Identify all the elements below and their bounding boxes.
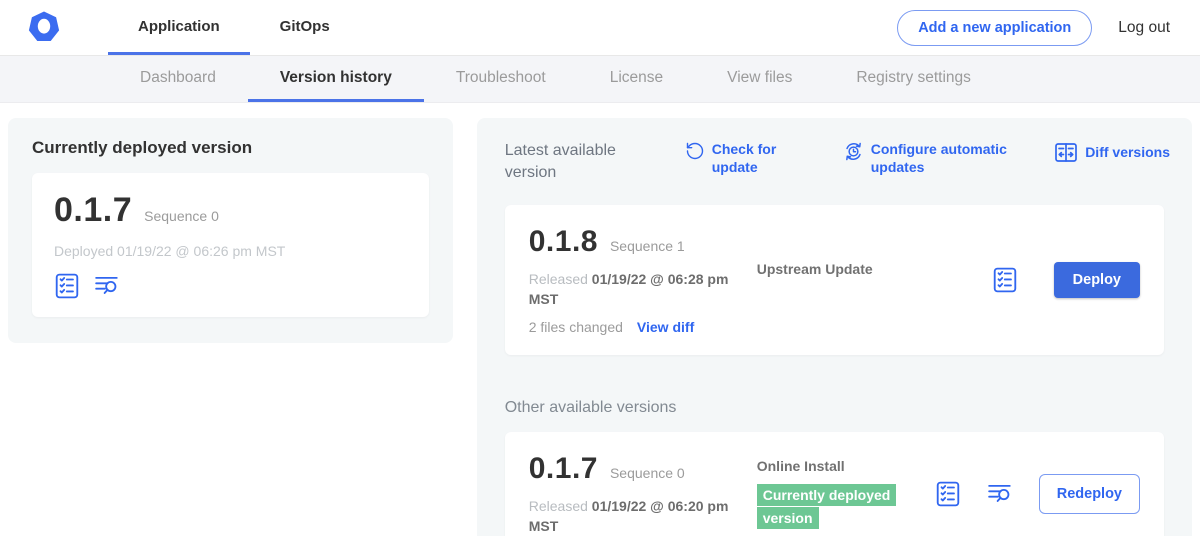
diff-versions-icon bbox=[1054, 141, 1078, 165]
latest-available-title: Latest available version bbox=[505, 140, 645, 183]
deployed-date-text: Deployed 01/19/22 @ 06:26 pm MST bbox=[54, 243, 407, 259]
configure-automatic-updates-button[interactable]: Configure automatic updates bbox=[843, 140, 1025, 176]
available-versions-panel: Latest available version Check for updat… bbox=[477, 118, 1192, 536]
deploy-button[interactable]: Deploy bbox=[1054, 262, 1140, 298]
subnav-tab-troubleshoot[interactable]: Troubleshoot bbox=[424, 56, 578, 102]
subnav-tab-version-history[interactable]: Version history bbox=[248, 56, 424, 102]
preflight-checklist-icon[interactable] bbox=[54, 273, 80, 299]
latest-version-number: 0.1.8 bbox=[529, 225, 598, 259]
subnav-tab-registry-settings[interactable]: Registry settings bbox=[824, 56, 1003, 102]
tab-gitops[interactable]: GitOps bbox=[250, 0, 360, 55]
other-version-card: 0.1.7 Sequence 0 Released 01/19/22 @ 06:… bbox=[505, 432, 1164, 536]
currently-deployed-panel: Currently deployed version 0.1.7 Sequenc… bbox=[8, 118, 453, 343]
other-version-number: 0.1.7 bbox=[529, 452, 598, 486]
check-for-update-button[interactable]: Check for update bbox=[685, 140, 791, 176]
subnav-tab-view-files[interactable]: View files bbox=[695, 56, 824, 102]
app-logo-icon bbox=[26, 10, 62, 46]
deployed-sequence-label: Sequence 0 bbox=[144, 208, 219, 224]
currently-deployed-badge: Currently deployed version bbox=[757, 484, 897, 529]
main-content: Currently deployed version 0.1.7 Sequenc… bbox=[0, 103, 1200, 536]
files-changed-text: 2 files changed bbox=[529, 319, 623, 335]
configure-automatic-updates-label: Configure automatic updates bbox=[871, 140, 1025, 176]
subnav-tab-license[interactable]: License bbox=[578, 56, 695, 102]
tab-application[interactable]: Application bbox=[108, 0, 250, 55]
preflight-checklist-icon[interactable] bbox=[992, 267, 1018, 293]
currently-deployed-title: Currently deployed version bbox=[32, 138, 429, 158]
check-for-update-label: Check for update bbox=[712, 140, 791, 176]
diff-versions-label: Diff versions bbox=[1085, 143, 1170, 161]
other-version-source: Online Install bbox=[757, 458, 935, 474]
latest-released-text: Released 01/19/22 @ 06:28 pm MST bbox=[529, 269, 734, 310]
topnav-right: Add a new application Log out bbox=[897, 10, 1200, 46]
refresh-icon bbox=[685, 141, 705, 161]
deploy-logs-icon[interactable] bbox=[94, 273, 120, 299]
deployed-version-card: 0.1.7 Sequence 0 Deployed 01/19/22 @ 06:… bbox=[32, 173, 429, 317]
redeploy-button[interactable]: Redeploy bbox=[1039, 474, 1140, 514]
diff-versions-button[interactable]: Diff versions bbox=[1054, 140, 1170, 165]
subnav-tab-dashboard[interactable]: Dashboard bbox=[108, 56, 248, 102]
other-sequence-label: Sequence 0 bbox=[610, 465, 685, 481]
add-new-application-button[interactable]: Add a new application bbox=[897, 10, 1092, 46]
logout-link[interactable]: Log out bbox=[1118, 19, 1170, 37]
clock-refresh-icon bbox=[843, 141, 864, 162]
view-diff-link[interactable]: View diff bbox=[637, 319, 694, 335]
preflight-checklist-icon[interactable] bbox=[935, 481, 961, 507]
other-available-versions-title: Other available versions bbox=[505, 399, 1176, 417]
topnav-tabs: Application GitOps bbox=[108, 0, 360, 55]
available-versions-header: Latest available version Check for updat… bbox=[493, 134, 1176, 183]
other-released-text: Released 01/19/22 @ 06:20 pm MST bbox=[529, 496, 734, 536]
deploy-logs-icon[interactable] bbox=[987, 481, 1013, 507]
latest-version-card: 0.1.8 Sequence 1 Released 01/19/22 @ 06:… bbox=[505, 205, 1164, 355]
deployed-version-number: 0.1.7 bbox=[54, 191, 132, 230]
latest-version-source: Upstream Update bbox=[757, 225, 992, 335]
top-nav: Application GitOps Add a new application… bbox=[0, 0, 1200, 56]
app-subnav: Dashboard Version history Troubleshoot L… bbox=[0, 56, 1200, 103]
latest-sequence-label: Sequence 1 bbox=[610, 238, 685, 254]
